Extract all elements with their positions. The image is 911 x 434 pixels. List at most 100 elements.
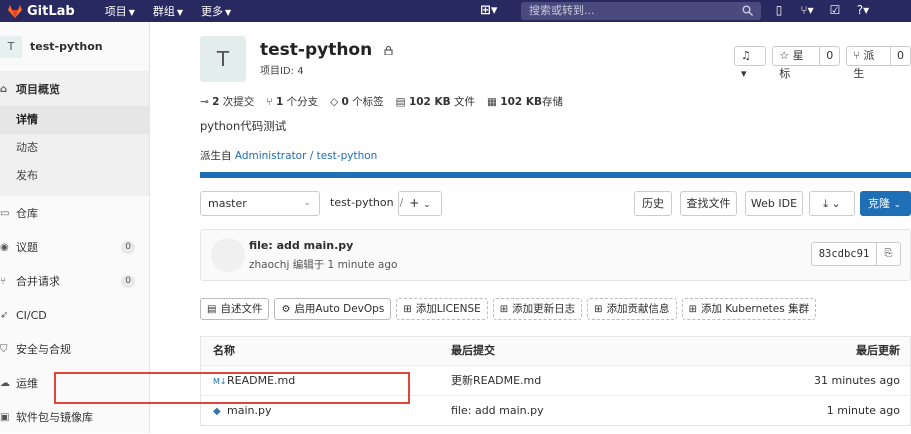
stat-label: 存储	[541, 96, 563, 108]
sidebar-item-merge-requests[interactable]: ⑂ 合并请求 0	[0, 264, 149, 298]
col-name: 名称	[213, 344, 235, 357]
quick-action-label: 添加 Kubernetes 集群	[700, 303, 810, 315]
forked-from: 派生自 Administrator / test-python	[200, 148, 377, 163]
quick-action-button[interactable]: ⊞ 添加更新日志	[492, 298, 583, 320]
quick-action-button[interactable]: ⊞ 添加LICENSE	[396, 298, 488, 320]
table-row[interactable]: M↓README.md 更新README.md 31 minutes ago	[201, 365, 910, 395]
issues-count-badge: 0	[121, 241, 135, 254]
bell-icon: ♫ ▾	[741, 49, 751, 80]
stat-commits[interactable]: ⊸ 2 次提交	[200, 94, 254, 109]
file-last-commit[interactable]: 更新README.md	[451, 366, 541, 396]
gitlab-brand[interactable]: GitLab	[8, 4, 75, 19]
stat-branches[interactable]: ⑂ 1 个分支	[266, 94, 318, 109]
sidebar-subitem-releases[interactable]: 发布	[0, 162, 149, 190]
stat-label: 个分支	[286, 96, 319, 108]
quick-action-button[interactable]: ⊞ 添加 Kubernetes 集群	[681, 298, 817, 320]
plus-square-icon: ⊞	[688, 304, 697, 315]
branch-select[interactable]: master ⌄	[200, 191, 320, 216]
menu-projects[interactable]: 项目 ▼	[105, 3, 135, 19]
merge-request-icon[interactable]: ⑂▾	[800, 2, 814, 18]
file-name[interactable]: README.md	[227, 374, 295, 387]
stat-value: 0	[341, 96, 349, 108]
forked-from-prefix: 派生自	[200, 150, 232, 162]
sidebar-project-header[interactable]: T test-python	[0, 22, 149, 72]
menu-more[interactable]: 更多 ▼	[201, 3, 231, 19]
main-content: T test-python 项目ID: 4 ♫ ▾ ☆ 星标 0 ⑂ 派生 0 …	[150, 22, 911, 433]
commit-icon: ⊸	[200, 96, 213, 108]
quick-action-label: 自述文件	[220, 303, 263, 315]
language-bar	[200, 172, 911, 178]
breadcrumb-project[interactable]: test-python	[330, 196, 394, 209]
menu-groups[interactable]: 群组 ▼	[153, 3, 183, 19]
project-big-avatar: T	[200, 36, 246, 82]
repository-icon: ▭	[0, 207, 10, 219]
quick-action-label: 启用Auto DevOps	[294, 303, 385, 315]
fork-label-wrap: ⑂ 派生	[847, 47, 890, 80]
commit-title[interactable]: file: add main.py	[249, 239, 353, 252]
star-button[interactable]: ☆ 星标 0	[772, 46, 841, 80]
quick-actions: ▤ 自述文件 ⚙ 启用Auto DevOps ⊞ 添加LICENSE ⊞ 添加更新日志 ⊞ 添加贡…	[200, 298, 817, 320]
file-last-commit[interactable]: file: add main.py	[451, 396, 544, 426]
forked-from-link[interactable]: Administrator / test-python	[235, 150, 377, 162]
sidebar-item-cicd[interactable]: ➶ CI/CD	[0, 298, 149, 332]
merge-request-icon: ⑂	[0, 275, 6, 287]
download-button[interactable]: ⤓ ⌄	[809, 191, 855, 216]
last-commit-panel: file: add main.py zhaochj 编辑于 1 minute a…	[200, 229, 911, 281]
fork-button[interactable]: ⑂ 派生 0	[846, 46, 911, 80]
stat-value: 102 KB	[408, 96, 451, 108]
project-avatar: T	[0, 35, 22, 58]
sidebar-item-packages[interactable]: ▣ 软件包与镜像库	[0, 400, 149, 434]
stat-label: 个标签	[352, 96, 384, 108]
sidebar-subitem-activity[interactable]: 动态	[0, 134, 149, 162]
clone-button[interactable]: 克隆 ⌄	[860, 191, 911, 216]
tag-icon: ◇	[330, 96, 342, 108]
project-description: python代码测试	[200, 119, 287, 133]
sidebar-subitem-details[interactable]: 详情	[0, 106, 149, 134]
find-file-button[interactable]: 查找文件	[680, 191, 737, 216]
history-button[interactable]: 历史	[634, 191, 672, 216]
sidebar-item-overview[interactable]: ⌂ 项目概览	[0, 72, 149, 106]
notification-button[interactable]: ♫ ▾	[734, 46, 767, 80]
file-updated: 31 minutes ago	[814, 374, 900, 387]
file-updated: 1 minute ago	[826, 404, 900, 417]
sidebar-item-label: 议题	[16, 241, 38, 254]
commit-meta: zhaochj 编辑于 1 minute ago	[249, 259, 398, 271]
col-last-commit: 最后提交	[451, 344, 495, 357]
sidebar-item-operations[interactable]: ☁ 运维	[0, 366, 149, 400]
cloud-gear-icon: ☁	[0, 377, 10, 389]
quick-action-button[interactable]: ⚙ 启用Auto DevOps	[274, 298, 392, 320]
branch-name: master	[208, 197, 247, 210]
copy-icon[interactable]: ⎘	[877, 242, 901, 266]
quick-action-button[interactable]: ▤ 自述文件	[200, 298, 270, 320]
table-row[interactable]: ◆ main.py file: add main.py 1 minute ago	[201, 395, 910, 425]
lock-icon	[384, 45, 393, 55]
star-count[interactable]: 0	[819, 47, 839, 65]
chevron-down-icon: ▼	[225, 8, 232, 17]
sidebar-item-security[interactable]: ⛉ 安全与合规	[0, 332, 149, 366]
top-navbar: GitLab 项目 ▼ 群组 ▼ 更多 ▼ ⊞▾ 搜索或转到... ▯ ⑂▾ ☑ ?▾	[0, 0, 911, 22]
fork-count[interactable]: 0	[890, 47, 910, 65]
todo-icon[interactable]: ▯	[772, 2, 786, 18]
file-name-cell: ◆ main.py	[213, 396, 271, 427]
add-dropdown-button[interactable]: + ⌄	[398, 191, 442, 216]
stat-tags[interactable]: ◇ 0 个标签	[330, 94, 384, 109]
avatar[interactable]	[211, 238, 245, 272]
sidebar-item-repository[interactable]: ▭ 仓库	[0, 196, 149, 230]
commit-sha[interactable]: 83cdbc91	[811, 242, 877, 266]
file-name[interactable]: main.py	[227, 404, 271, 417]
new-plus-icon[interactable]: ⊞▾	[480, 3, 497, 18]
python-icon: ◆	[213, 406, 221, 417]
sidebar-item-issues[interactable]: ◉ 议题 0	[0, 230, 149, 264]
search-input[interactable]: 搜索或转到...	[521, 2, 761, 20]
stat-value: 2	[212, 96, 220, 108]
menu-label: 群组	[152, 5, 175, 18]
web-ide-button[interactable]: Web IDE	[745, 191, 803, 216]
stat-files[interactable]: ▤ 102 KB 文件	[396, 94, 475, 109]
help-icon[interactable]: ?▾	[856, 2, 870, 18]
search-icon	[742, 5, 753, 16]
merge-requests-count-badge: 0	[121, 275, 135, 288]
quick-action-button[interactable]: ⊞ 添加贡献信息	[587, 298, 677, 320]
table-header: 名称 最后提交 最后更新	[201, 337, 910, 365]
plus-square-icon: ⊞	[403, 304, 412, 315]
issues-check-icon[interactable]: ☑	[828, 2, 842, 18]
